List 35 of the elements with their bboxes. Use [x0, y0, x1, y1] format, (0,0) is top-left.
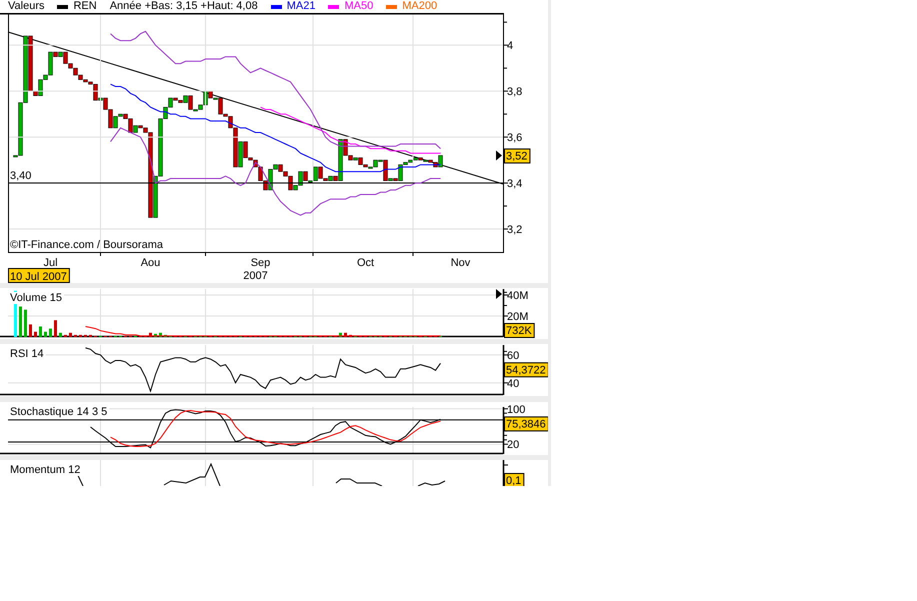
value-tag: 75,3846: [504, 416, 548, 432]
axis-label: 40: [507, 378, 520, 390]
value-tag: 3,52: [504, 148, 530, 164]
credit-text: ©IT-Finance.com / Boursorama: [10, 239, 163, 251]
axis-label: 100: [507, 404, 526, 416]
axis-label: 20: [507, 439, 520, 452]
axis-label: 3,2: [507, 224, 522, 236]
axis-label: 3,4: [507, 178, 522, 190]
axis-label: 40M: [507, 290, 528, 302]
line-label: 3,40: [10, 170, 32, 182]
panel-title: RSI 14: [8, 348, 46, 360]
legend-label: MA21: [286, 0, 316, 13]
value-tag: 0,1: [504, 473, 524, 486]
axis-label: Aou: [140, 257, 160, 269]
legend-label: REN: [73, 0, 97, 13]
axis-label: Jul: [43, 257, 58, 269]
panel-title: Volume 15: [8, 292, 64, 304]
panel-title: Momentum 12: [8, 464, 82, 476]
axis-label: Sep: [250, 257, 270, 269]
legend-title: Valeurs: [8, 0, 44, 13]
axis-label: 20M: [507, 311, 528, 323]
date-tag: 10 Jul 2007: [8, 268, 70, 283]
axis-label: 3,8: [507, 86, 522, 98]
legend-text: Année +Bas: 3,15 +Haut: 4,08: [110, 0, 258, 13]
axis-label: 60: [507, 350, 520, 362]
value-tag: 732K: [504, 323, 535, 338]
axis-label: Oct: [356, 257, 374, 269]
axis-label: 4: [507, 40, 514, 52]
legend-label: MA200: [402, 0, 438, 13]
value-tag: 54,3722: [504, 362, 548, 378]
legend-label: MA50: [344, 0, 374, 13]
axis-label: Nov: [450, 257, 470, 269]
panel-title: Stochastique 14 3 5: [8, 406, 110, 418]
axis-label: 3,6: [507, 132, 522, 144]
axis-label: 2007: [243, 270, 268, 282]
